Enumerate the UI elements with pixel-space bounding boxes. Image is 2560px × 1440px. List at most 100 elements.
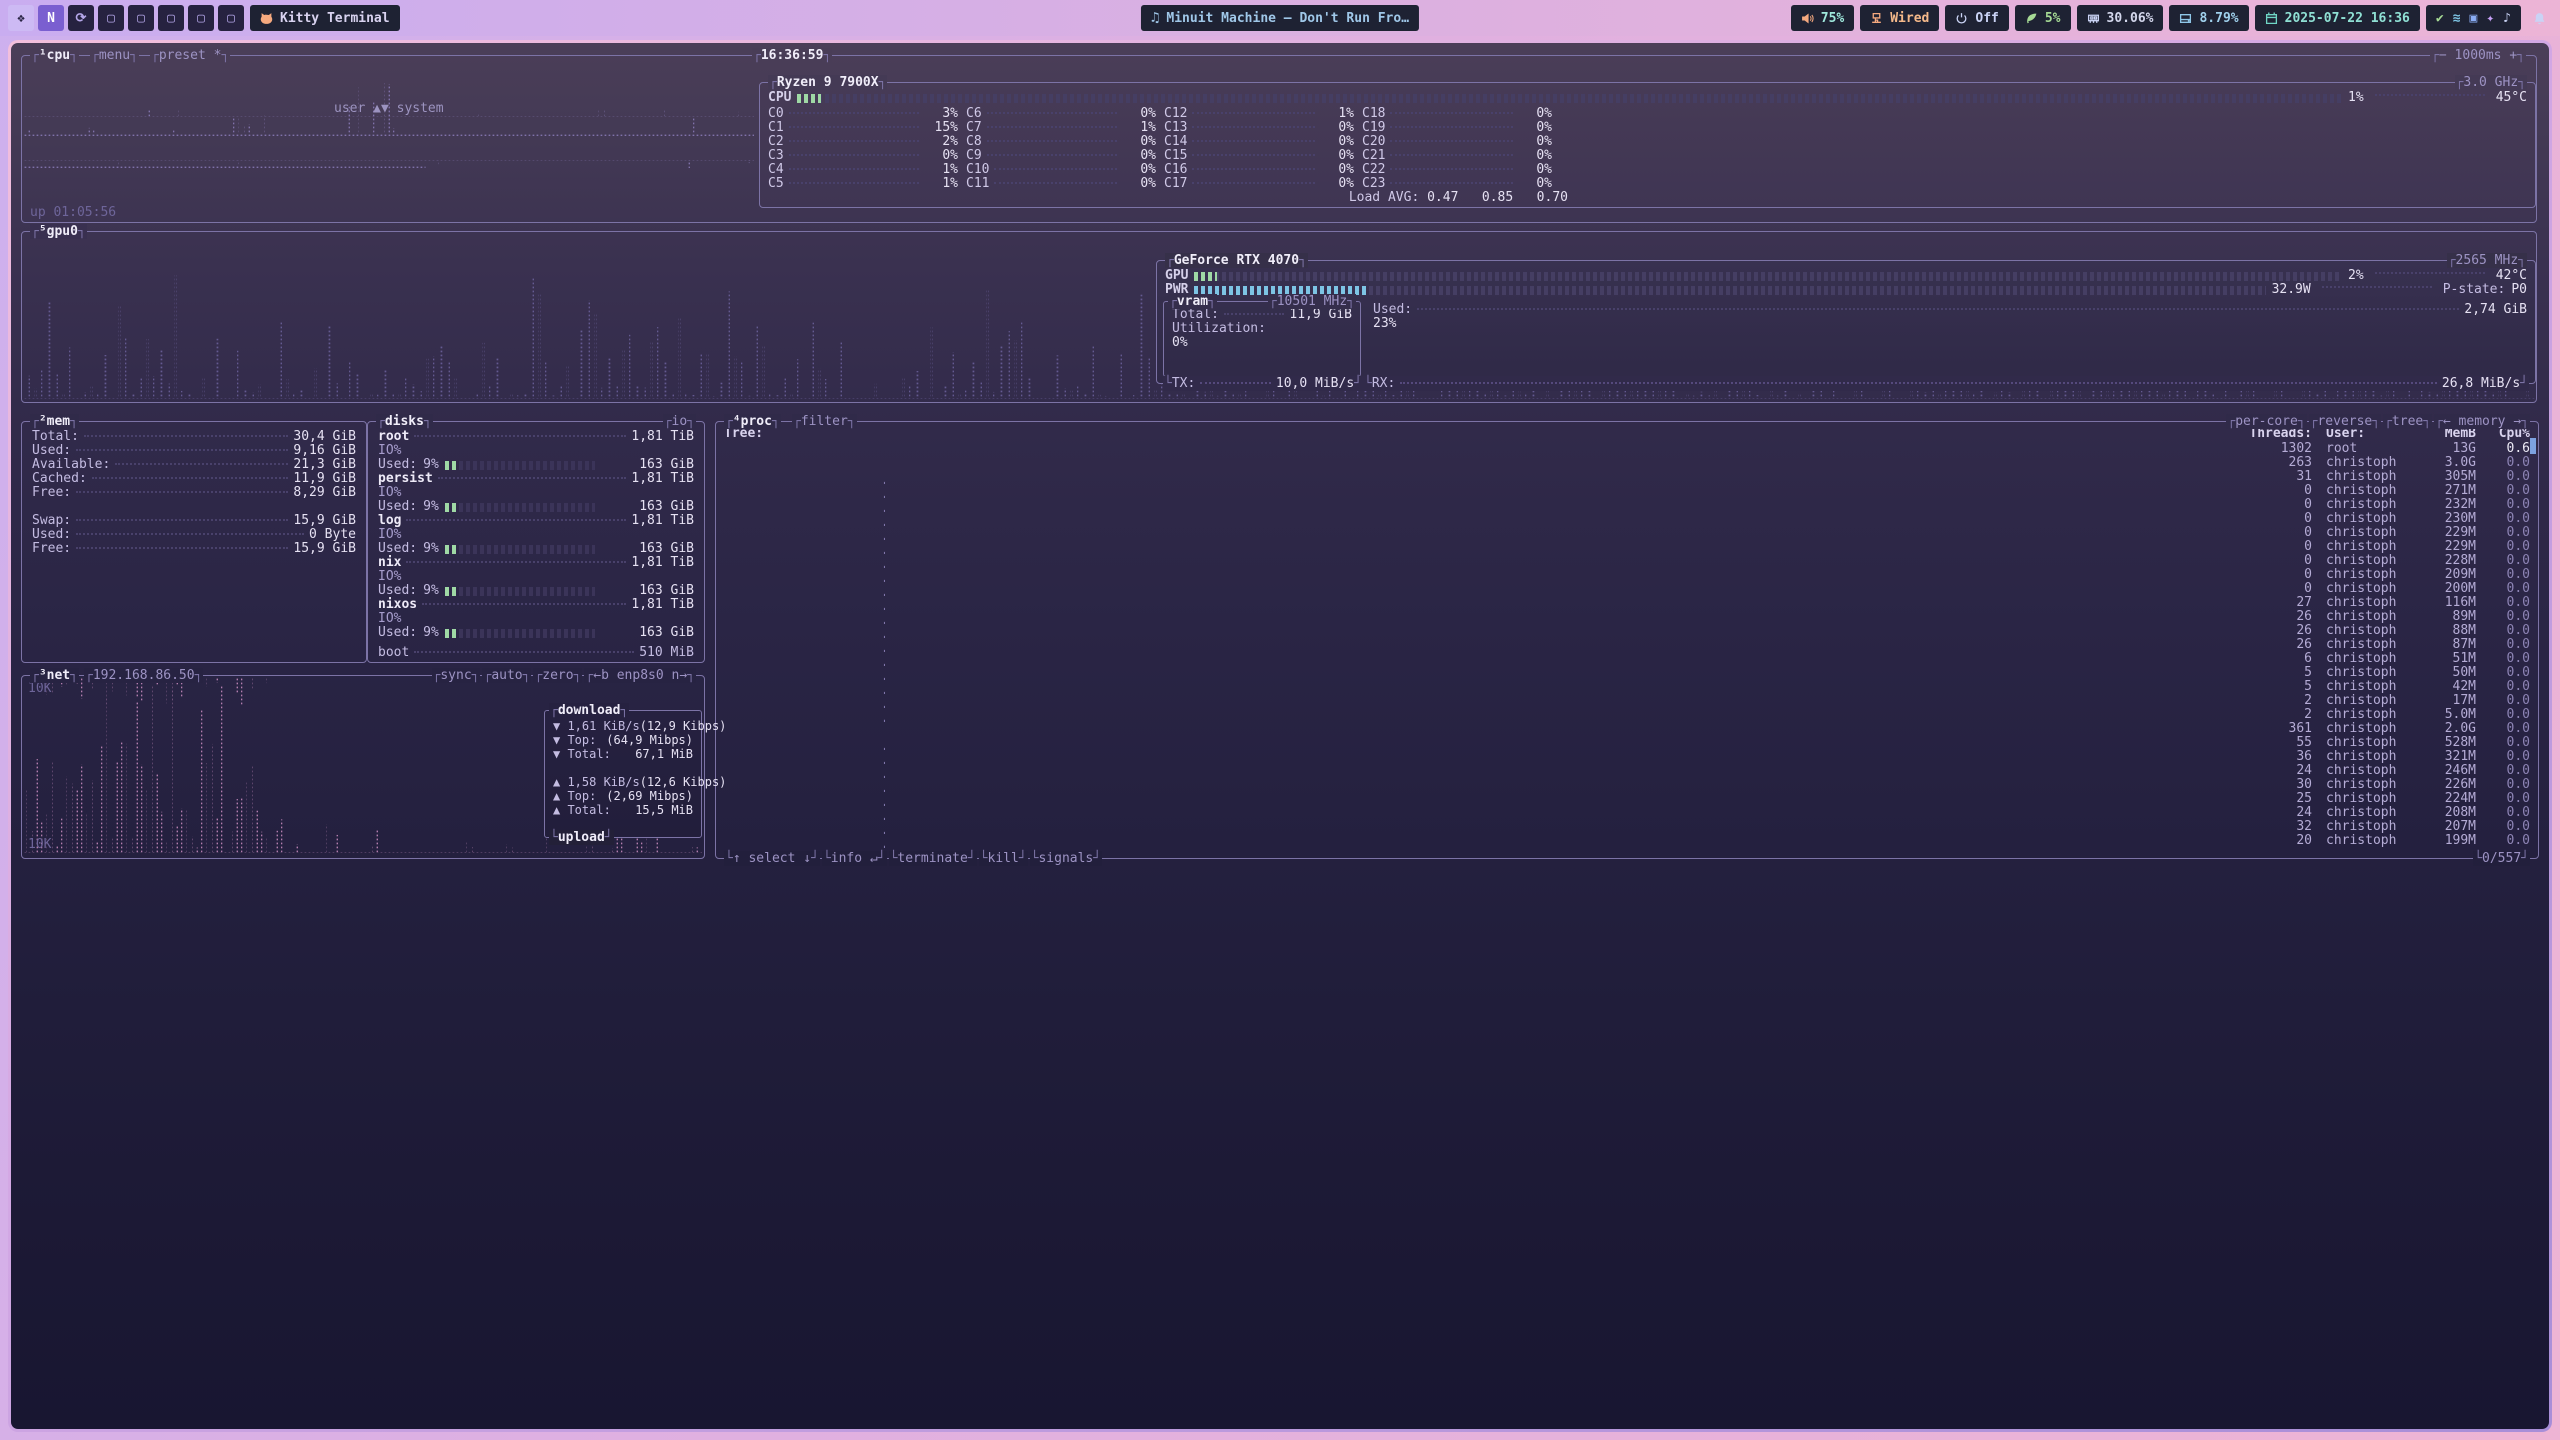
process-row[interactable]: └─6536.ferdium-wrappe(/nix/store/a1pj8hx…: [724, 834, 2530, 848]
process-panel-title[interactable]: ⁴proc: [724, 414, 781, 429]
tray-icon[interactable]: ✔: [2436, 12, 2444, 25]
process-scrollbar[interactable]: [2530, 438, 2536, 842]
gpu-panel-title[interactable]: ⁵gpu0: [30, 224, 87, 239]
tray-icon[interactable]: ≋: [2453, 12, 2461, 25]
info-control[interactable]: info ↵: [822, 851, 887, 866]
process-cpu: 0.0: [2476, 722, 2530, 736]
filter-button[interactable]: filter: [792, 414, 857, 429]
process-row[interactable]: ├─580017Web Content(/nix/store/fqadd0bpr…: [724, 526, 2530, 540]
notifications-button[interactable]: [2527, 5, 2552, 31]
workspace-button[interactable]: ▢: [188, 5, 214, 31]
terminate-control[interactable]: terminate: [889, 851, 977, 866]
workspace-button[interactable]: ▢: [218, 5, 244, 31]
disk-usage-module[interactable]: 8.79%: [2169, 5, 2248, 31]
clock-module[interactable]: 2025-07-22 16:36: [2255, 5, 2420, 31]
process-row[interactable]: ├─11839Utility Process(/nix/store/fqadd0…: [724, 680, 2530, 694]
process-row[interactable]: ├─11607Socket Process(/nix/store/fqadd0b…: [724, 652, 2530, 666]
load-average-label: Load AVG:: [1349, 190, 1419, 205]
signals-control[interactable]: signals: [1030, 851, 1102, 866]
process-user: christoph: [2312, 582, 2412, 596]
memory-panel-title[interactable]: ²mem: [30, 414, 79, 429]
media-player-module[interactable]: ♫ Minuit Machine – Don't Run Fro…: [1141, 5, 1419, 31]
window-title-module[interactable]: Kitty Terminal: [250, 5, 400, 31]
process-row[interactable]: ├─6350.ferdium-wrappe(/nix/store/a1pj8hx…: [724, 736, 2530, 750]
process-row[interactable]: ├─41363Web Content(/nix/store/fqadd0bprw…: [724, 568, 2530, 582]
process-row[interactable]: ├─11972Web Content(/nix/store/fqadd0bprw…: [724, 540, 2530, 554]
net-zero-button[interactable]: zero: [533, 668, 582, 683]
workspace-button[interactable]: ❖: [8, 5, 34, 31]
gpu-temperature: 42°C: [2496, 269, 2527, 283]
process-row[interactable]: [-]─11532.firefox-wrappe(/nix/store/fqad…: [724, 456, 2530, 470]
process-user: christoph: [2312, 484, 2412, 498]
menu-button[interactable]: menu: [90, 48, 139, 63]
cpu-usage-module[interactable]: 5%: [2015, 5, 2071, 31]
idle-inhibitor-module[interactable]: Off: [1945, 5, 2008, 31]
process-row[interactable]: └─11539crashhelper(/nix/store/fqadd0bprw…: [724, 708, 2530, 722]
tray-icon[interactable]: ♪: [2503, 12, 2511, 25]
scrollbar-thumb[interactable]: [2530, 438, 2536, 454]
process-row[interactable]: ├─673288Web Content(/nix/store/fqadd0bpr…: [724, 610, 2530, 624]
tree-toggle[interactable]: tree: [2383, 414, 2432, 429]
cpu-panel-title[interactable]: ¹cpu: [30, 48, 79, 63]
process-memory: 224M: [2412, 792, 2476, 806]
process-row[interactable]: ├─6654.ferdium-wrappe(/nix/store/a1pj8hx…: [724, 750, 2530, 764]
disk-used-fill: [445, 503, 459, 512]
workspace-button[interactable]: ▢: [158, 5, 184, 31]
core-percent: 1%: [1122, 121, 1156, 135]
process-row[interactable]: ├─6511.ferdium-wrappe(/nix/store/a1pj8hx…: [724, 778, 2530, 792]
net-interface-switcher[interactable]: ←b enp8s0 n→: [584, 668, 696, 683]
per-core-toggle[interactable]: per-core: [2226, 414, 2306, 429]
workspace-button[interactable]: ▢: [128, 5, 154, 31]
reverse-toggle[interactable]: reverse: [2309, 414, 2381, 429]
process-row[interactable]: ├─11795WebExtensions(/nix/store/fqadd0bp…: [724, 470, 2530, 484]
preset-button[interactable]: preset *: [150, 48, 230, 63]
process-row[interactable]: ├─220028Web Content(/nix/store/fqadd0bpr…: [724, 554, 2530, 568]
workspace-button[interactable]: ▢: [98, 5, 124, 31]
process-row[interactable]: ├─11968.keepassxc-prox(/nix/store/bslpj6…: [724, 694, 2530, 708]
disk-list: root 1,81 TiB IO% Used: 9% 163 GiB persi…: [368, 422, 704, 640]
process-row[interactable]: ├─673038Web Content(/nix/store/fqadd0bpr…: [724, 624, 2530, 638]
process-row[interactable]: ├─219152Web Content(/nix/store/fqadd0bpr…: [724, 512, 2530, 526]
sort-column-selector[interactable]: ← memory →: [2434, 414, 2530, 429]
network-module[interactable]: Wired: [1860, 5, 1939, 31]
process-row[interactable]: [-]─1systemd(/run/current-system/systemd…: [724, 442, 2530, 456]
memory-usage-module[interactable]: 30.06%: [2077, 5, 2164, 31]
select-control[interactable]: ↑ select ↓: [724, 851, 820, 866]
process-row[interactable]: ├─11739RDD Process(/nix/store/fqadd0bprw…: [724, 666, 2530, 680]
col-tree[interactable]: Tree:: [724, 426, 2248, 442]
process-row[interactable]: ├─689674Web Content(/nix/store/fqadd0bpr…: [724, 638, 2530, 652]
process-row[interactable]: [-]─4783.ferdium-wrappe(/nix/store/a1pj8…: [724, 722, 2530, 736]
process-cpu: 0.0: [2476, 512, 2530, 526]
process-row[interactable]: ├─94753Web Content(/nix/store/fqadd0bprw…: [724, 484, 2530, 498]
disk-entry: root 1,81 TiB IO% Used: 9% 163 GiB: [378, 430, 694, 472]
process-row[interactable]: ├─6472.ferdium-wrappe(/nix/store/a1pj8hx…: [724, 806, 2530, 820]
dotted-leader: [1200, 382, 1271, 384]
core-percent: 3%: [924, 107, 958, 121]
process-threads: 36: [2248, 750, 2312, 764]
boot-disk-size: 510 MiB: [639, 646, 694, 660]
net-sync-button[interactable]: sync: [432, 668, 481, 683]
core-name: C6: [966, 107, 982, 121]
kill-control[interactable]: kill: [979, 851, 1028, 866]
topbar-right: 75% Wired Off 5% 30.06% 8.79% 2025-07-22…: [1791, 5, 2552, 31]
process-row[interactable]: ├─11732Privileged Cont(/nix/store/fqadd0…: [724, 596, 2530, 610]
disk-io-percent: IO%: [378, 612, 694, 626]
tray-icon[interactable]: ✦: [2486, 12, 2494, 25]
dotted-leader: [406, 519, 626, 521]
update-interval-control[interactable]: − 1000ms +: [2430, 48, 2526, 63]
workspace-button[interactable]: ⟳: [68, 5, 94, 31]
workspace-button[interactable]: N: [38, 5, 64, 31]
process-cpu: 0.0: [2476, 750, 2530, 764]
dotted-leader: [1390, 126, 1513, 128]
process-row[interactable]: ├─479390Web Content(/nix/store/fqadd0bpr…: [724, 582, 2530, 596]
volume-module[interactable]: 75%: [1791, 5, 1854, 31]
io-toggle-button[interactable]: io: [663, 414, 696, 429]
process-row[interactable]: ├─5983.ferdium-wrappe(/nix/store/a1pj8hx…: [724, 764, 2530, 778]
tray-icon[interactable]: ▣: [2470, 12, 2478, 25]
process-row[interactable]: ├─218067Web Content(/nix/store/fqadd0bpr…: [724, 498, 2530, 512]
process-row[interactable]: ├─6517.ferdium-wrappe(/nix/store/a1pj8hx…: [724, 820, 2530, 834]
net-auto-button[interactable]: auto: [482, 668, 531, 683]
dotted-leader: [76, 533, 304, 535]
network-panel-title[interactable]: ³net: [30, 668, 79, 683]
process-row[interactable]: ├─6520.ferdium-wrappe(/nix/store/a1pj8hx…: [724, 792, 2530, 806]
